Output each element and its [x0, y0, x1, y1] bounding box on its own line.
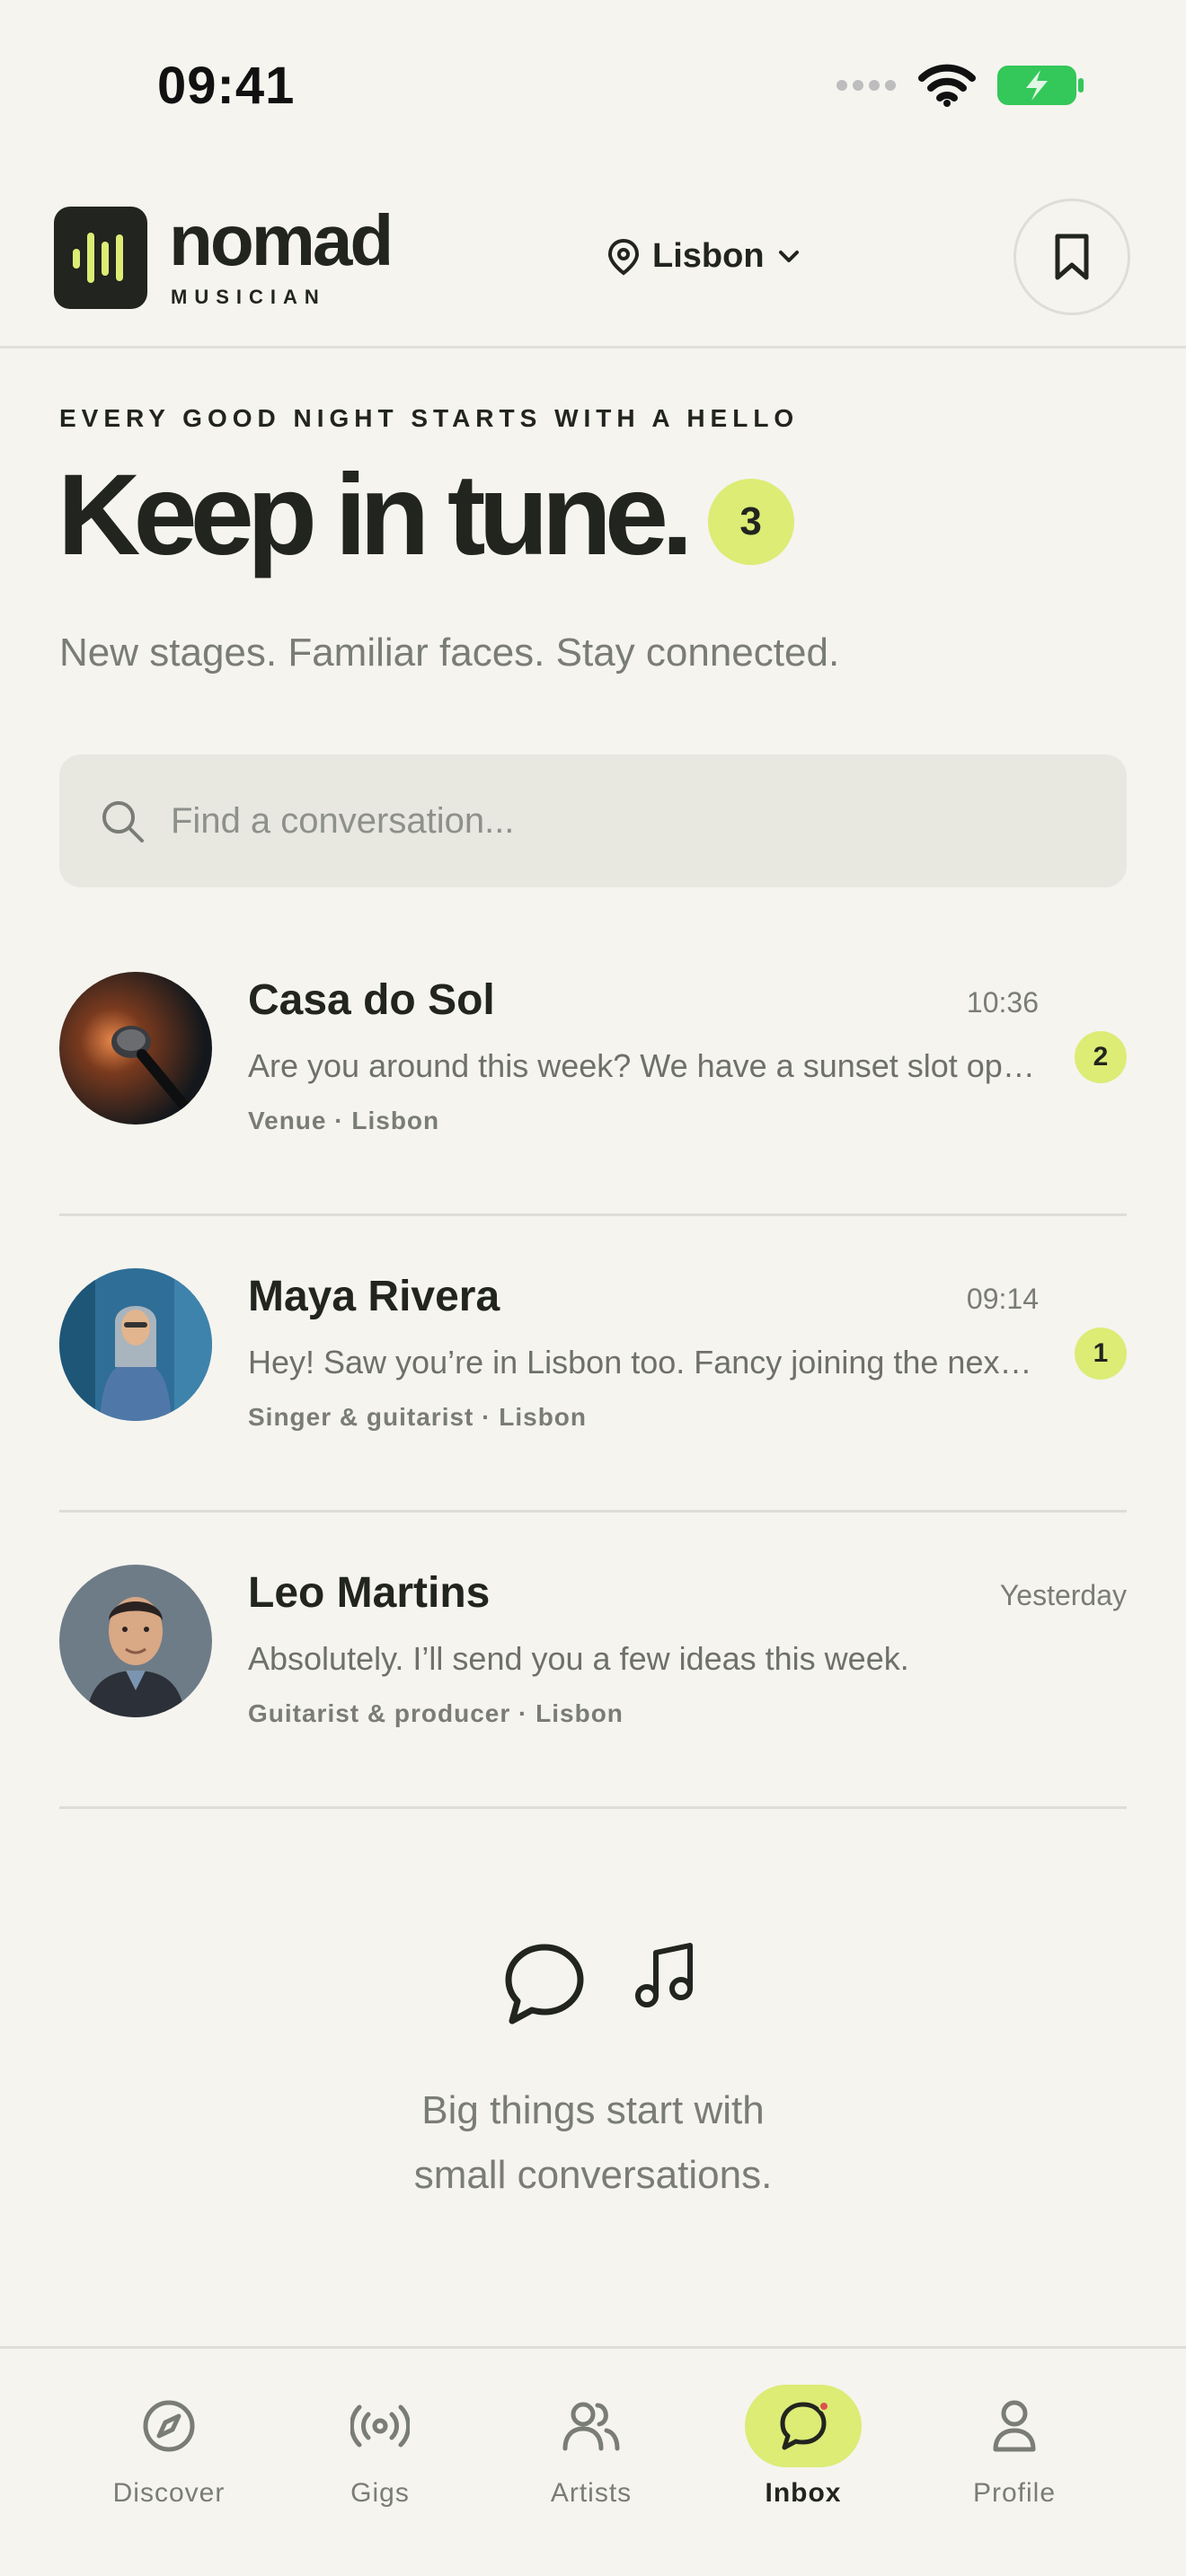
status-bar: 09:41	[0, 0, 1186, 171]
conversation-meta: Singer & guitarist · Lisbon	[248, 1403, 588, 1431]
notification-dot	[819, 2401, 829, 2412]
avatar-maya	[59, 1268, 212, 1421]
empty-state-text: Big things start with small conversation…	[0, 2078, 1186, 2208]
conversation-preview: Are you around this week? We have a suns…	[248, 1047, 1039, 1084]
tab-profile[interactable]: Profile	[925, 2385, 1104, 2509]
bookmark-icon	[1055, 234, 1089, 280]
status-time: 09:41	[157, 57, 296, 115]
conversation-name: Casa do Sol	[248, 976, 495, 1024]
empty-state-illustration	[501, 1940, 697, 2028]
battery-charging-icon	[997, 66, 1084, 105]
brand-name: nomad	[169, 200, 394, 280]
wifi-icon	[918, 64, 976, 107]
conversation-item[interactable]: Leo Martins Yesterday Absolutely. I’ll s…	[59, 1513, 1127, 1809]
status-indicators	[836, 63, 1085, 108]
soundwave-logo-icon	[73, 233, 123, 283]
conversation-preview: Absolutely. I’ll send you a few ideas th…	[248, 1640, 909, 1677]
brand-subtitle: MUSICIAN	[171, 286, 326, 308]
page-subtitle: New stages. Familiar faces. Stay connect…	[59, 631, 840, 675]
location-label: Lisbon	[652, 237, 765, 275]
unread-count-badge: 3	[707, 479, 794, 565]
tab-label: Discover	[112, 2478, 226, 2508]
location-selector[interactable]: Lisbon	[607, 237, 801, 276]
search-input[interactable]	[171, 800, 1069, 842]
map-pin-icon	[607, 238, 640, 275]
conversation-time: Yesterday	[999, 1579, 1127, 1611]
conversation-item[interactable]: Maya Rivera 09:14 Hey! Saw you’re in Lis…	[59, 1216, 1127, 1513]
search-bar[interactable]	[59, 754, 1127, 887]
user-icon	[956, 2385, 1073, 2467]
page-title: Keep in tune.	[58, 451, 694, 579]
saved-button[interactable]	[1013, 198, 1130, 315]
tab-inbox[interactable]: Inbox	[713, 2385, 893, 2509]
chat-icon	[745, 2385, 862, 2467]
conversation-name: Leo Martins	[248, 1569, 491, 1617]
headline-row: Keep in tune. 3	[58, 458, 794, 573]
empty-state-line-1: Big things start with	[421, 2088, 765, 2132]
conversation-meta: Venue · Lisbon	[248, 1107, 440, 1134]
cellular-signal-icon	[836, 80, 896, 91]
conversation-meta: Guitarist & producer · Lisbon	[248, 1699, 624, 1727]
avatar-leo	[59, 1565, 212, 1717]
conversation-name: Maya Rivera	[248, 1273, 500, 1320]
avatar-venue	[59, 972, 212, 1125]
tab-discover[interactable]: Discover	[79, 2385, 259, 2509]
app-header: nomad MUSICIAN Lisbon	[0, 171, 1186, 348]
compass-icon	[111, 2385, 227, 2467]
chevron-down-icon	[778, 250, 799, 262]
conversation-time: 09:14	[966, 1283, 1039, 1315]
conversation-preview: Hey! Saw you’re in Lisbon too. Fancy joi…	[248, 1344, 1039, 1381]
bottom-tab-bar: Discover Gigs Artists Inbox Profile	[0, 2346, 1186, 2576]
users-icon	[533, 2385, 650, 2467]
broadcast-icon	[322, 2385, 438, 2467]
unread-badge: 2	[1075, 1031, 1127, 1083]
unread-badge: 1	[1075, 1328, 1127, 1380]
tab-label: Artists	[550, 2478, 633, 2508]
tab-gigs[interactable]: Gigs	[290, 2385, 470, 2509]
tab-artists[interactable]: Artists	[501, 2385, 681, 2509]
tab-label: Gigs	[350, 2478, 410, 2508]
empty-state-line-2: small conversations.	[413, 2153, 773, 2197]
conversation-item[interactable]: Casa do Sol 10:36 Are you around this we…	[59, 920, 1127, 1216]
tab-label: Profile	[972, 2478, 1057, 2508]
conversation-time: 10:36	[966, 986, 1039, 1019]
logo-mark	[54, 207, 147, 309]
music-note-icon	[635, 1943, 693, 2007]
search-icon	[102, 801, 144, 842]
speech-bubble-icon	[505, 1944, 584, 2025]
eyebrow-text: EVERY GOOD NIGHT STARTS WITH A HELLO	[59, 404, 800, 432]
tab-label: Inbox	[765, 2478, 842, 2508]
